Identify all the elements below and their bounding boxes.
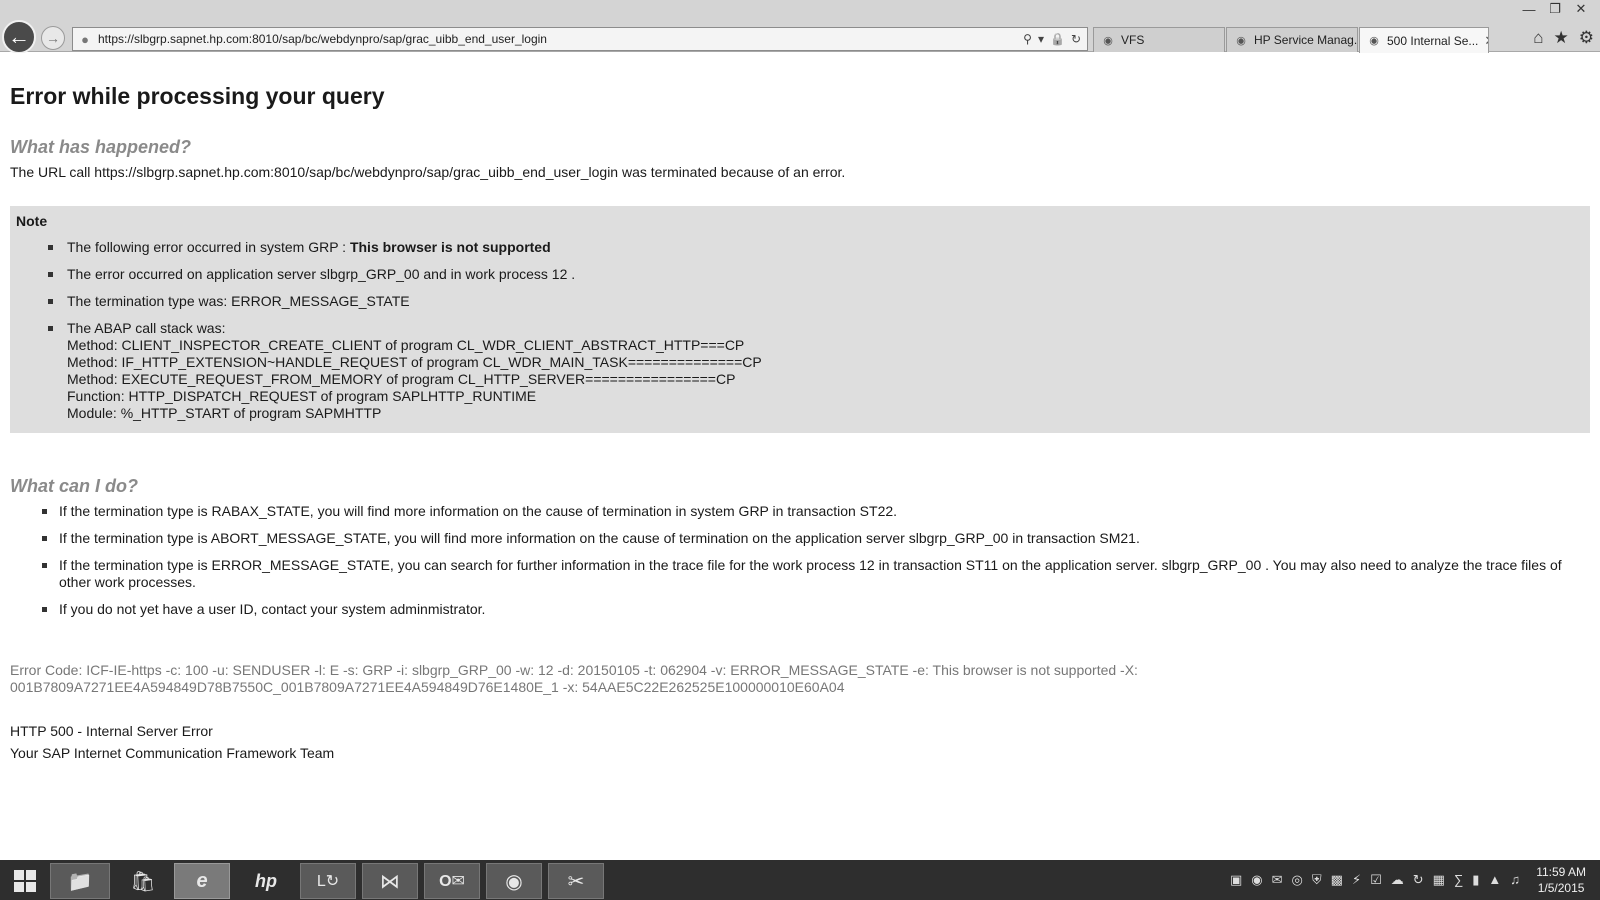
forward-button[interactable]: → [41,26,65,50]
list-item: If the termination type is RABAX_STATE, … [10,503,1580,520]
hp-logo-icon: hp [255,870,277,891]
start-button[interactable] [6,863,44,899]
network-signal-icon[interactable]: ▲ [1488,872,1501,888]
tab-500-internal-server-error[interactable]: ◉ 500 Internal Se... ✕ [1359,27,1489,53]
note-title: Note [16,213,48,229]
address-tools: ⚲ ▾ 🔒 ↻ [1023,32,1081,46]
what-happened-heading: What has happened? [10,137,192,157]
tray-outlook-icon[interactable]: ✉ [1272,872,1283,888]
back-button[interactable]: ← [2,20,36,54]
close-window-icon[interactable]: ✕ [1568,0,1594,18]
address-url[interactable]: https://slbgrp.sapnet.hp.com:8010/sap/bc… [98,32,1023,46]
bluetooth-icon[interactable]: ∑ [1454,872,1463,888]
browser-toolbar-icons: ⌂ ★ ⚙ [1533,28,1594,48]
browser-chrome: — ❐ ✕ ← → ● https://slbgrp.sapnet.hp.com… [0,0,1600,54]
taskbar-clock[interactable]: 11:59 AM 1/5/2015 [1536,864,1586,896]
tab-label: VFS [1121,33,1145,47]
dropdown-icon[interactable]: ▾ [1038,32,1044,46]
hp-taskbar-button[interactable]: hp [238,863,294,899]
clock-date: 1/5/2015 [1537,881,1585,895]
visual-studio-taskbar-button[interactable]: ⋈ [362,863,418,899]
error-message-bold: This browser is not supported [349,239,551,255]
store-taskbar-button[interactable]: 🛍 [118,863,168,899]
call-stack-line: Module: %_HTTP_START of program SAPMHTTP [67,405,382,421]
clock-time: 11:59 AM [1536,865,1586,879]
window-controls: — ❐ ✕ [1516,0,1594,20]
page-icon: ● [81,31,89,47]
http-status-text: HTTP 500 - Internal Server Error [10,723,213,739]
taskbar: 📁 🛍 e hp L↻ ⋈ O✉ ◉ ✂ ▣ ◉ ✉ ◎ ⛨ ▩ ⚡ ☑ ☁ ↻… [0,860,1600,900]
note-list: The following error occurred in system G… [16,239,1584,422]
chrome-taskbar-button[interactable]: ◉ [486,863,542,899]
lync-icon: L↻ [316,873,340,890]
outlook-icon: O✉ [439,873,465,890]
restore-icon[interactable]: ❐ [1542,0,1568,18]
list-item: If the termination type is ERROR_MESSAGE… [10,557,1580,591]
list-item: If the termination type is ABORT_MESSAGE… [10,530,1580,547]
page-content: Error while processing your query What h… [0,53,1600,860]
ie-page-icon: ◉ [1103,34,1113,47]
tray-app-icon[interactable]: ▦ [1433,872,1445,888]
tray-app-icon[interactable]: ◉ [1251,872,1262,888]
list-item: If you do not yet have a user ID, contac… [10,601,1580,618]
tab-hp-service-manager[interactable]: ◉ HP Service Manag... [1226,27,1358,52]
scissors-icon: ✂ [567,870,585,893]
windows-logo-icon [14,870,36,892]
team-signature: Your SAP Internet Communication Framewor… [10,745,335,761]
system-tray: ▣ ◉ ✉ ◎ ⛨ ▩ ⚡ ☑ ☁ ↻ ▦ ∑ ▮ ▲ ♫ [1230,872,1520,888]
list-item: The following error occurred in system G… [16,239,1584,256]
page-title: Error while processing your query [10,83,385,109]
chrome-icon: ◉ [505,870,523,893]
call-stack-line: Function: HTTP_DISPATCH_REQUEST of progr… [67,388,537,404]
minimize-icon[interactable]: — [1516,0,1542,18]
internet-explorer-taskbar-button[interactable]: e [174,863,230,899]
call-stack-intro: The ABAP call stack was: [67,320,226,336]
home-icon[interactable]: ⌂ [1533,28,1543,48]
lync-taskbar-button[interactable]: L↻ [300,863,356,899]
cloud-icon[interactable]: ☁ [1391,872,1404,888]
what-can-i-do-list: If the termination type is RABAX_STATE, … [10,503,1580,628]
volume-icon[interactable]: ♫ [1510,872,1520,888]
store-bag-icon: 🛍 [130,870,156,893]
snipping-tool-taskbar-button[interactable]: ✂ [548,863,604,899]
note-box: Note The following error occurred in sys… [10,206,1590,433]
refresh-icon[interactable]: ↻ [1071,32,1081,46]
tray-app-icon[interactable]: ↻ [1413,872,1424,888]
ie-page-icon: ◉ [1369,35,1379,47]
tray-app-icon[interactable]: ☑ [1370,872,1382,888]
url-call-text: The URL call https://slbgrp.sapnet.hp.co… [10,164,846,180]
visual-studio-icon: ⋈ [380,870,400,893]
tray-app-icon[interactable]: ▣ [1230,872,1242,888]
folder-icon: 📁 [67,870,93,893]
list-item: The termination type was: ERROR_MESSAGE_… [16,293,1584,310]
favorites-star-icon[interactable]: ★ [1554,28,1569,48]
error-code-text: Error Code: ICF-IE-https -c: 100 -u: SEN… [10,662,1138,695]
file-explorer-taskbar-button[interactable]: 📁 [50,863,110,899]
call-stack-line: Method: CLIENT_INSPECTOR_CREATE_CLIENT o… [67,337,745,353]
gear-icon[interactable]: ⚙ [1579,28,1594,48]
list-item: The error occurred on application server… [16,266,1584,283]
tab-vfs[interactable]: ◉ VFS [1093,27,1225,52]
shield-icon[interactable]: ⛨ [1312,872,1322,888]
tab-label: HP Service Manag... [1254,33,1358,47]
list-item: The ABAP call stack was: Method: CLIENT_… [16,320,1584,422]
internet-explorer-icon: e [196,869,208,892]
close-tab-icon[interactable]: ✕ [1478,33,1488,49]
search-icon[interactable]: ⚲ [1023,32,1032,46]
address-bar[interactable]: ● https://slbgrp.sapnet.hp.com:8010/sap/… [72,27,1088,51]
hp-logo-icon: ◉ [1236,34,1246,47]
tray-app-icon[interactable]: ⚡ [1352,872,1361,888]
lock-icon[interactable]: 🔒 [1050,32,1065,46]
error-system-text: The following error occurred in system G… [67,239,350,255]
call-stack-line: Method: EXECUTE_REQUEST_FROM_MEMORY of p… [67,371,736,387]
outlook-taskbar-button[interactable]: O✉ [424,863,480,899]
call-stack-line: Method: IF_HTTP_EXTENSION~HANDLE_REQUEST… [67,354,762,370]
tray-app-icon[interactable]: ◎ [1292,872,1303,888]
battery-icon[interactable]: ▮ [1472,872,1479,888]
tab-label: 500 Internal Se... [1387,33,1479,48]
what-can-i-do-heading: What can I do? [10,476,138,496]
tray-app-icon[interactable]: ▩ [1331,872,1343,888]
